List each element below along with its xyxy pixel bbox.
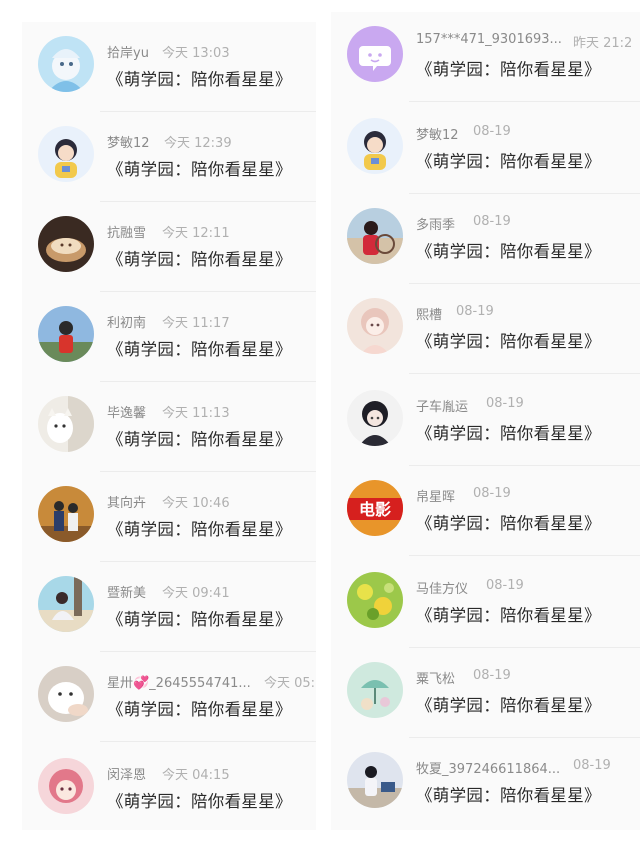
- right-message-list: 157***471_9301693... 昨天 21:2 《萌学园：陪你看星星》…: [331, 12, 640, 830]
- message-time: 今天 05:: [264, 676, 316, 691]
- list-item[interactable]: 毕逸馨 今天 11:13 《萌学园：陪你看星星》: [22, 382, 316, 472]
- contact-name: 闵泽恩: [107, 768, 147, 783]
- avatar[interactable]: [347, 662, 403, 718]
- list-item[interactable]: 157***471_9301693... 昨天 21:2 《萌学园：陪你看星星》: [331, 12, 640, 102]
- message-time: 08-19: [486, 396, 524, 411]
- contact-name: 帛星晖: [416, 490, 456, 505]
- list-item[interactable]: 拾岸yu 今天 13:03 《萌学园：陪你看星星》: [22, 22, 316, 112]
- contact-name: 157***471_9301693...: [416, 32, 562, 47]
- message-time: 08-19: [473, 668, 511, 683]
- contact-name: 多雨季: [416, 218, 456, 233]
- list-item[interactable]: 星卅💞_2645554741... 今天 05: 《萌学园：陪你看星星》: [22, 652, 316, 742]
- contact-name: 拾岸yu: [107, 46, 149, 61]
- message-preview: 《萌学园：陪你看星星》: [107, 520, 292, 539]
- avatar[interactable]: [38, 126, 94, 182]
- message-time: 今天 12:11: [162, 226, 230, 241]
- message-preview: 《萌学园：陪你看星星》: [416, 332, 601, 351]
- avatar[interactable]: [38, 36, 94, 92]
- message-preview: 《萌学园：陪你看星星》: [416, 152, 601, 171]
- contact-name: 熙槽: [416, 308, 443, 323]
- message-time: 今天 13:03: [162, 46, 230, 61]
- divider: [409, 101, 640, 102]
- message-time: 今天 04:15: [162, 768, 230, 783]
- list-item[interactable]: 暨新美 今天 09:41 《萌学园：陪你看星星》: [22, 562, 316, 652]
- divider: [409, 373, 640, 374]
- message-time: 08-19: [573, 758, 611, 773]
- list-item[interactable]: 马佳方仪 08-19 《萌学园：陪你看星星》: [331, 558, 640, 648]
- list-item[interactable]: 抗融雪 今天 12:11 《萌学园：陪你看星星》: [22, 202, 316, 292]
- message-time: 今天 10:46: [162, 496, 230, 511]
- list-item[interactable]: 利初南 今天 11:17 《萌学园：陪你看星星》: [22, 292, 316, 382]
- avatar[interactable]: [38, 576, 94, 632]
- message-preview: 《萌学园：陪你看星星》: [107, 700, 292, 719]
- contact-name: 星卅💞_2645554741...: [107, 676, 251, 691]
- avatar[interactable]: [38, 758, 94, 814]
- message-preview: 《萌学园：陪你看星星》: [416, 60, 601, 79]
- message-time: 今天 09:41: [162, 586, 230, 601]
- avatar[interactable]: [347, 298, 403, 354]
- message-preview: 《萌学园：陪你看星星》: [107, 340, 292, 359]
- list-item[interactable]: 梦敏12 今天 12:39 《萌学园：陪你看星星》: [22, 112, 316, 202]
- message-time: 08-19: [456, 304, 494, 319]
- message-preview: 《萌学园：陪你看星星》: [416, 786, 601, 805]
- message-preview: 《萌学园：陪你看星星》: [107, 160, 292, 179]
- message-time: 昨天 21:2: [573, 36, 633, 51]
- contact-name: 子车胤运: [416, 400, 469, 415]
- avatar[interactable]: [347, 118, 403, 174]
- avatar-badge-text: 电影: [359, 500, 391, 519]
- message-preview: 《萌学园：陪你看星星》: [107, 610, 292, 629]
- message-preview: 《萌学园：陪你看星星》: [107, 792, 292, 811]
- message-time: 今天 12:39: [164, 136, 232, 151]
- contact-name: 毕逸馨: [107, 406, 147, 421]
- list-item[interactable]: 粟飞松 08-19 《萌学园：陪你看星星》: [331, 648, 640, 738]
- message-time: 08-19: [473, 486, 511, 501]
- avatar[interactable]: 电影: [347, 480, 403, 536]
- message-preview: 《萌学园：陪你看星星》: [107, 250, 292, 269]
- message-preview: 《萌学园：陪你看星星》: [416, 606, 601, 625]
- message-preview: 《萌学园：陪你看星星》: [416, 514, 601, 533]
- list-item[interactable]: 闵泽恩 今天 04:15 《萌学园：陪你看星星》: [22, 744, 316, 830]
- avatar[interactable]: [38, 306, 94, 362]
- list-item[interactable]: 其向卉 今天 10:46 《萌学园：陪你看星星》: [22, 472, 316, 562]
- avatar[interactable]: [347, 572, 403, 628]
- message-time: 08-19: [473, 124, 511, 139]
- avatar[interactable]: [38, 396, 94, 452]
- message-time: 今天 11:13: [162, 406, 230, 421]
- message-preview: 《萌学园：陪你看星星》: [416, 424, 601, 443]
- list-item[interactable]: 梦敏12 08-19 《萌学园：陪你看星星》: [331, 104, 640, 194]
- message-preview: 《萌学园：陪你看星星》: [107, 430, 292, 449]
- list-item[interactable]: 熙槽 08-19 《萌学园：陪你看星星》: [331, 284, 640, 374]
- list-item[interactable]: 电影 帛星晖 08-19 《萌学园：陪你看星星》: [331, 466, 640, 556]
- list-item[interactable]: 牧夏_397246611864... 08-19 《萌学园：陪你看星星》: [331, 738, 640, 828]
- contact-name: 其向卉: [107, 496, 147, 511]
- message-preview: 《萌学园：陪你看星星》: [416, 242, 601, 261]
- divider: [409, 555, 640, 556]
- message-preview: 《萌学园：陪你看星星》: [416, 696, 601, 715]
- contact-name: 粟飞松: [416, 672, 456, 687]
- contact-name: 暨新美: [107, 586, 147, 601]
- list-item[interactable]: 多雨季 08-19 《萌学园：陪你看星星》: [331, 194, 640, 284]
- avatar[interactable]: [347, 752, 403, 808]
- avatar[interactable]: [347, 390, 403, 446]
- message-time: 今天 11:17: [162, 316, 230, 331]
- contact-name: 牧夏_397246611864...: [416, 762, 561, 777]
- avatar[interactable]: [347, 26, 403, 82]
- contact-name: 马佳方仪: [416, 582, 469, 597]
- divider: [100, 741, 316, 742]
- contact-name: 梦敏12: [416, 128, 459, 143]
- list-item[interactable]: 子车胤运 08-19 《萌学园：陪你看星星》: [331, 376, 640, 466]
- avatar[interactable]: [38, 666, 94, 722]
- message-time: 08-19: [486, 578, 524, 593]
- contact-name: 利初南: [107, 316, 147, 331]
- avatar[interactable]: [38, 216, 94, 272]
- left-message-list: 拾岸yu 今天 13:03 《萌学园：陪你看星星》 梦敏12 今天 12:39 …: [22, 22, 316, 830]
- message-preview: 《萌学园：陪你看星星》: [107, 70, 292, 89]
- contact-name: 梦敏12: [107, 136, 150, 151]
- message-time: 08-19: [473, 214, 511, 229]
- avatar[interactable]: [38, 486, 94, 542]
- contact-name: 抗融雪: [107, 226, 147, 241]
- avatar[interactable]: [347, 208, 403, 264]
